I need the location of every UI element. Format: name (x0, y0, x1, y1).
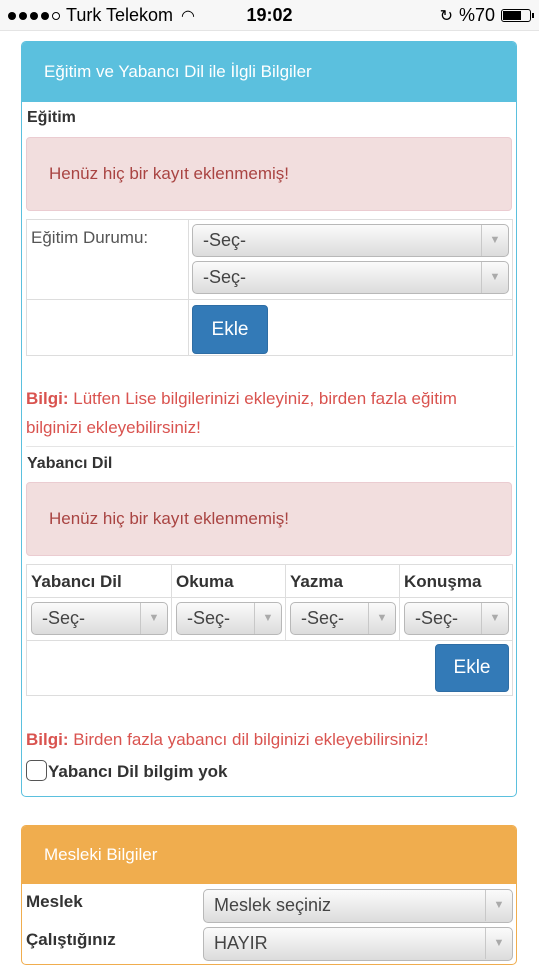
chevron-down-icon: ▼ (485, 890, 512, 921)
language-form-table: Yabancı Dil Okuma Yazma Konuşma -Seç- ▼ … (26, 564, 513, 696)
education-add-button[interactable]: Ekle (192, 305, 268, 354)
column-header-writing: Yazma (290, 572, 343, 591)
education-substatus-select[interactable]: -Seç- ▼ (192, 261, 509, 294)
chevron-down-icon: ▼ (481, 262, 508, 293)
education-status-select[interactable]: -Seç- ▼ (192, 224, 509, 257)
no-language-checkbox[interactable] (26, 760, 47, 781)
chevron-down-icon: ▼ (481, 603, 508, 634)
reading-level-select[interactable]: -Seç- ▼ (176, 602, 282, 635)
education-language-panel: Eğitim ve Yabancı Dil ile İlgli Bilgiler… (21, 41, 517, 797)
battery-percent: %70 (458, 5, 495, 25)
battery-icon (501, 9, 534, 22)
language-select[interactable]: -Seç- ▼ (31, 602, 168, 635)
info-message: Lütfen Lise bilgilerinizi ekleyiniz, bir… (26, 389, 457, 437)
panel-title: Mesleki Bilgiler (22, 826, 516, 884)
info-prefix: Bilgi: (26, 389, 69, 408)
speaking-level-select[interactable]: -Seç- ▼ (404, 602, 509, 635)
language-section-title: Yabancı Dil (27, 455, 113, 472)
language-add-button[interactable]: Ekle (435, 644, 509, 692)
working-status-select[interactable]: HAYIR ▼ (203, 927, 513, 961)
chevron-down-icon: ▼ (481, 225, 508, 256)
info-message: Birden fazla yabancı dil bilginizi ekley… (73, 730, 429, 749)
professional-panel: Mesleki Bilgiler Meslek Meslek seçiniz ▼… (21, 825, 517, 965)
chevron-down-icon: ▼ (368, 603, 395, 634)
battery-area: ↻ %70 (439, 5, 534, 26)
info-prefix: Bilgi: (26, 730, 69, 749)
education-empty-alert: Henüz hiç bir kayıt eklenmemiş! (26, 137, 512, 211)
panel-title: Eğitim ve Yabancı Dil ile İlgli Bilgiler (22, 42, 516, 102)
education-status-label: Eğitim Durumu: (31, 228, 149, 247)
profession-label: Meslek (26, 892, 83, 911)
column-header-language: Yabancı Dil (31, 572, 122, 591)
column-header-reading: Okuma (176, 572, 234, 591)
chevron-down-icon: ▼ (254, 603, 281, 634)
writing-level-select[interactable]: -Seç- ▼ (290, 602, 396, 635)
working-label: Çalıştığınız (26, 930, 116, 949)
education-section-title: Eğitim (27, 109, 76, 126)
rotation-lock-icon: ↻ (439, 7, 453, 25)
language-empty-alert: Henüz hiç bir kayıt eklenmemiş! (26, 482, 512, 556)
section-divider (26, 446, 514, 447)
education-form-table: Eğitim Durumu: -Seç- ▼ -Seç- ▼ Ekle (26, 219, 513, 356)
chevron-down-icon: ▼ (485, 928, 512, 959)
chevron-down-icon: ▼ (140, 603, 167, 634)
profession-select[interactable]: Meslek seçiniz ▼ (203, 889, 513, 923)
column-header-speaking: Konuşma (404, 572, 482, 591)
status-bar: Turk Telekom ◠ 19:02 ↻ %70 (0, 0, 539, 31)
language-info-text: Bilgi: Birden fazla yabancı dil bilginiz… (26, 725, 514, 754)
no-language-label[interactable]: Yabancı Dil bilgim yok (48, 762, 228, 782)
education-info-text: Bilgi: Lütfen Lise bilgilerinizi ekleyin… (26, 384, 514, 442)
